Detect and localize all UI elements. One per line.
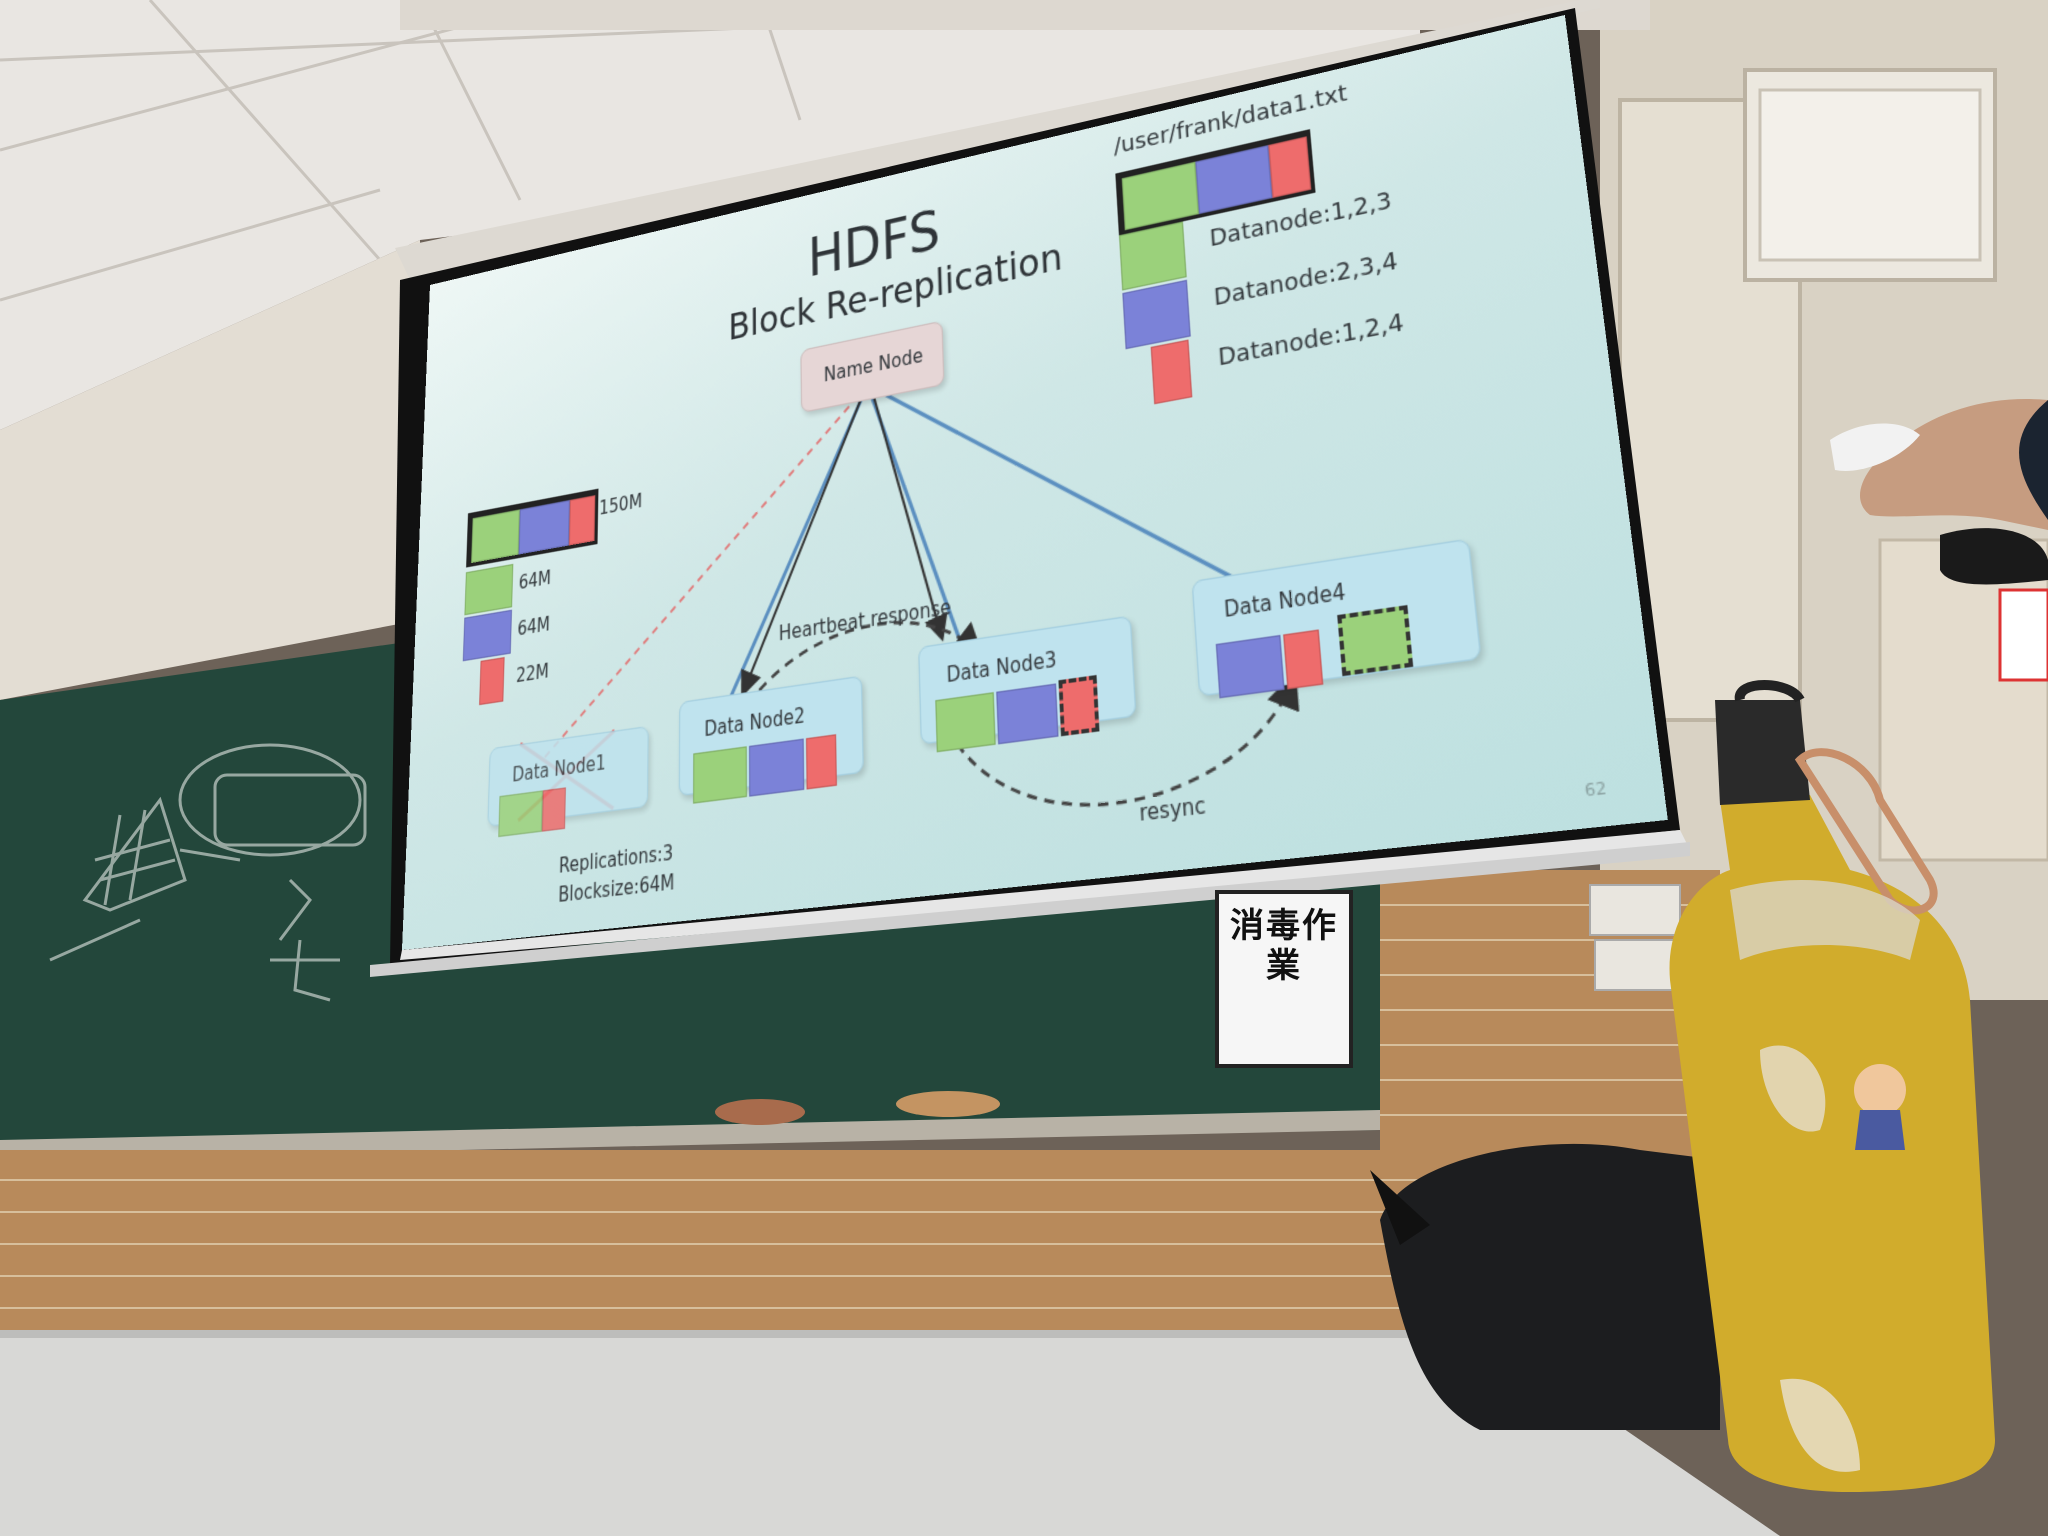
foreground-objects <box>0 0 2048 1536</box>
classroom-scene: HDFS Block Re-replication /user/frank/da… <box>0 0 2048 1536</box>
